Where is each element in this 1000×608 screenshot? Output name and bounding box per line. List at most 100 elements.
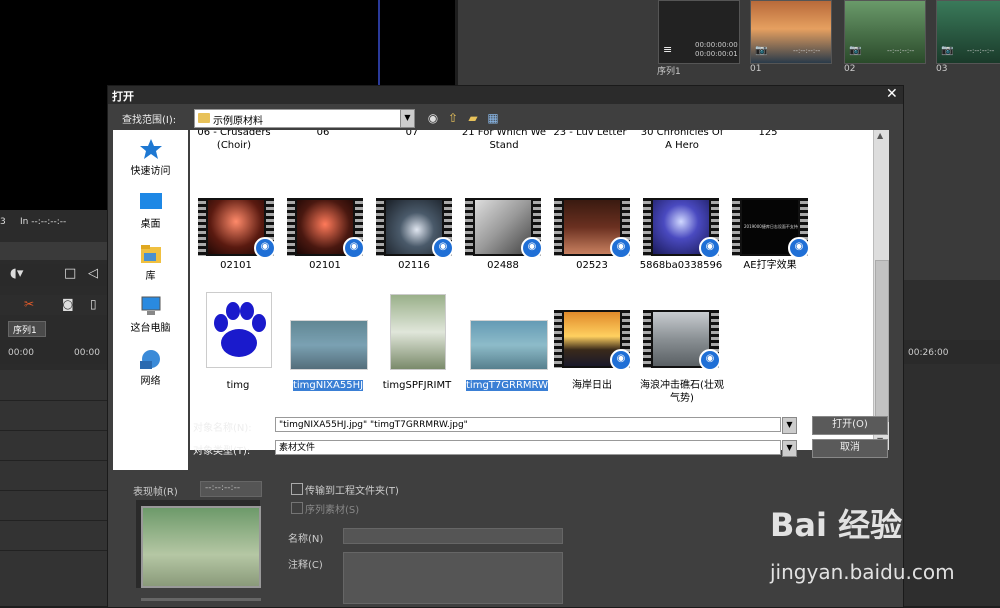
file-name: 125 xyxy=(758,130,778,138)
bin-item-01[interactable]: 📷 --:--:--:-- xyxy=(750,0,832,64)
stop-icon[interactable]: □ xyxy=(64,266,76,281)
track-divider xyxy=(0,550,108,551)
video-thumbnail[interactable]: 2019000捷库日志设面不支持 ◉ xyxy=(732,198,810,259)
file-item[interactable]: 21 For Which We Stand xyxy=(459,130,549,152)
chevron-down-icon[interactable]: ▼ xyxy=(782,417,797,434)
file-item[interactable]: timg xyxy=(196,379,280,392)
camera-icon: 📷 xyxy=(941,45,954,56)
bin-item-03[interactable]: 📷 --:--:--:-- xyxy=(936,0,1000,64)
view-menu-icon[interactable]: ▦ xyxy=(486,111,500,125)
file-list[interactable]: 06 - Crusaders (Choir) 06 07 21 For Whic… xyxy=(190,130,873,450)
up-folder-icon[interactable]: ⇧ xyxy=(446,111,460,125)
place-label: 库 xyxy=(145,271,156,282)
file-name: 06 - Crusaders (Choir) xyxy=(197,130,271,151)
video-thumbnail[interactable]: ◉ xyxy=(465,198,543,259)
place-quick-access[interactable]: 快速访问 xyxy=(113,138,188,177)
video-thumbnail[interactable]: ◉ xyxy=(643,198,721,259)
bin-label: 01 xyxy=(750,64,762,74)
file-name: 02523 xyxy=(576,260,608,271)
baidu-watermark: Bai 经验 xyxy=(770,506,903,544)
timeline-ruler: 00:00 00:00 xyxy=(0,340,108,364)
back-icon[interactable]: ◉ xyxy=(426,111,440,125)
object-type-select[interactable]: 素材文件 xyxy=(275,440,781,455)
razor-icon[interactable]: ✂ xyxy=(24,297,34,311)
file-item[interactable]: 02101 xyxy=(283,259,367,272)
bin-item-02[interactable]: 📷 --:--:--:-- xyxy=(844,0,926,64)
file-item[interactable]: 07 xyxy=(370,130,454,139)
clip-name-field[interactable] xyxy=(343,528,563,544)
place-label: 这台电脑 xyxy=(130,323,171,334)
close-icon[interactable]: ✕ xyxy=(886,86,898,102)
track-divider xyxy=(0,520,108,521)
file-item[interactable]: 02488 xyxy=(461,259,545,272)
control-bar xyxy=(0,242,108,260)
cancel-button[interactable]: 取消 xyxy=(812,439,888,458)
place-label: 快速访问 xyxy=(130,166,171,177)
file-item[interactable]: 02101 xyxy=(194,259,278,272)
new-folder-icon[interactable]: ▰ xyxy=(466,111,480,125)
rewind-icon[interactable]: ◁ xyxy=(88,266,98,281)
file-item[interactable]: 06 xyxy=(281,130,365,139)
video-thumbnail[interactable]: ◉ xyxy=(554,310,632,371)
image-thumbnail[interactable] xyxy=(470,320,548,370)
open-button[interactable]: 打开(O) xyxy=(812,416,888,435)
place-desktop[interactable]: 桌面 xyxy=(113,191,188,230)
object-name-input[interactable]: "timgNIXA55HJ.jpg" "timgT7GRRMRW.jpg" xyxy=(275,417,781,432)
image-thumbnail[interactable] xyxy=(206,292,272,368)
image-thumbnail[interactable] xyxy=(290,320,368,370)
scroll-thumb[interactable] xyxy=(875,260,889,422)
file-item[interactable]: 02116 xyxy=(372,259,456,272)
comment-label: 注释(C) xyxy=(288,560,323,571)
file-item[interactable]: 06 - Crusaders (Choir) xyxy=(192,130,276,152)
file-item[interactable]: 125 xyxy=(726,130,810,139)
place-network[interactable]: 网络 xyxy=(113,348,188,387)
video-thumbnail[interactable]: ◉ xyxy=(376,198,454,259)
sequence-label: 序列素材(S) xyxy=(305,505,360,516)
file-name: 5868ba0338596 xyxy=(639,260,723,271)
file-item[interactable]: timgSPFJRIMT xyxy=(375,379,459,392)
file-name: 07 xyxy=(405,130,419,138)
object-type-label: 对象类型(T): xyxy=(193,446,251,457)
lookin-combobox[interactable]: 示例原材料 xyxy=(194,109,401,128)
bin-item-sequence[interactable]: ≡ 00:00:00:00 00:00:00:01 xyxy=(658,0,740,64)
transfer-checkbox[interactable] xyxy=(291,483,303,495)
scroll-up-icon[interactable]: ▲ xyxy=(877,131,883,140)
file-item[interactable]: 海岸日出 xyxy=(550,379,634,392)
poster-frame-label: 表现帧(R) xyxy=(133,487,178,498)
snapshot-icon[interactable]: ◙ xyxy=(62,297,74,311)
file-item[interactable]: 30 Chronicles Of A Hero xyxy=(637,130,727,152)
ruler-timecode: 00:26:00 xyxy=(908,348,949,358)
ruler-timecode: 00:00 xyxy=(74,348,100,358)
dialog-titlebar: 打开 ✕ xyxy=(108,86,903,104)
file-item[interactable]: AE打字效果 xyxy=(728,259,812,272)
video-thumbnail[interactable]: ◉ xyxy=(554,198,632,259)
preview-slider-track[interactable] xyxy=(141,598,261,601)
chevron-down-icon[interactable]: ▼ xyxy=(400,109,415,128)
file-item[interactable]: 23 - Luv Letter xyxy=(548,130,632,139)
file-item[interactable]: 02523 xyxy=(550,259,634,272)
file-item[interactable]: 5868ba0338596 xyxy=(639,259,723,272)
video-badge-icon: ◉ xyxy=(788,237,810,259)
bin-timecode: 00:00:00:00 xyxy=(695,41,738,49)
image-thumbnail[interactable] xyxy=(390,294,446,370)
file-item[interactable]: 海浪冲击礁石(壮观 气势) xyxy=(634,379,730,405)
file-name: 海岸日出 xyxy=(572,380,612,391)
document-icon[interactable]: ▯ xyxy=(90,297,97,311)
sequence-tab[interactable]: 序列1 xyxy=(8,321,46,337)
video-thumbnail[interactable]: ◉ xyxy=(643,310,721,371)
bin-label: 序列1 xyxy=(657,67,681,77)
mark-icon[interactable]: ◖▾ xyxy=(10,266,23,281)
file-item[interactable]: timgT7GRRMRW xyxy=(465,379,549,392)
bin-timecode: --:--:--:-- xyxy=(793,47,821,55)
video-thumbnail[interactable]: ◉ xyxy=(198,198,276,259)
chevron-down-icon[interactable]: ▼ xyxy=(782,440,797,457)
place-this-pc[interactable]: 这台电脑 xyxy=(113,295,188,334)
video-thumbnail[interactable]: ◉ xyxy=(287,198,365,259)
poster-frame-field[interactable]: --:--:--:-- xyxy=(200,481,262,497)
file-item[interactable]: timgNIXA55HJ xyxy=(286,379,370,392)
place-library[interactable]: 库 xyxy=(113,243,188,282)
comment-field[interactable] xyxy=(343,552,563,604)
sequence-checkbox[interactable] xyxy=(291,502,303,514)
file-name: 30 Chronicles Of A Hero xyxy=(640,130,724,151)
file-list-scrollbar[interactable]: ▲ ▼ xyxy=(873,130,889,450)
